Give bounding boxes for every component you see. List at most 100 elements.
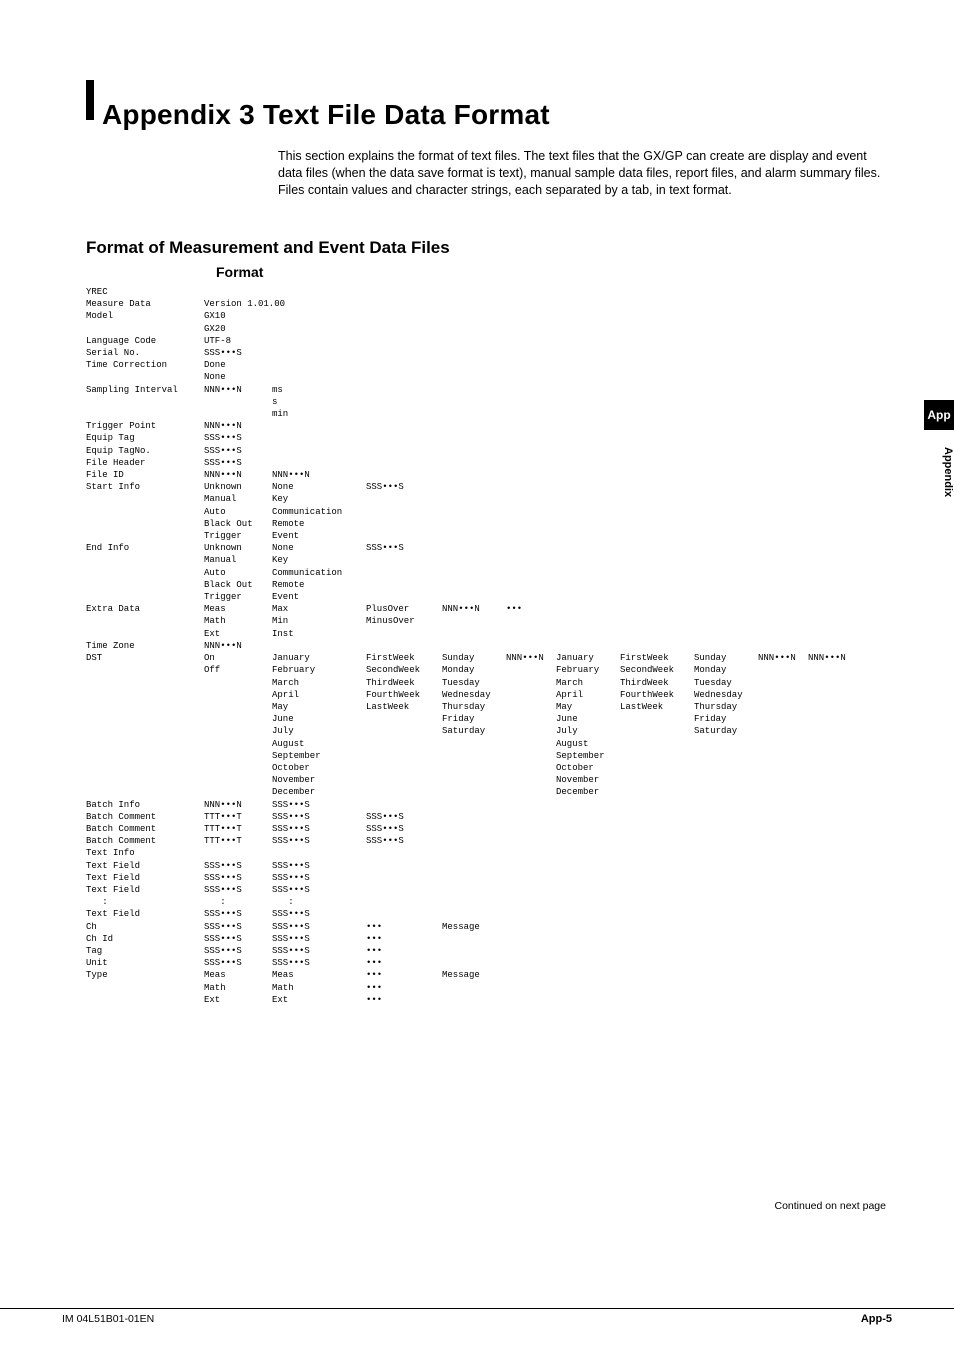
cell: SSS•••S xyxy=(272,872,366,884)
cell: Version 1.01.00 xyxy=(204,298,272,310)
intro-block: This section explains the format of text… xyxy=(278,148,888,199)
cell: Unit xyxy=(86,957,204,969)
cell: NNN•••N xyxy=(204,420,272,432)
continued-note: Continued on next page xyxy=(774,1200,886,1212)
cell: Manual xyxy=(204,493,272,505)
cell: Tag xyxy=(86,945,204,957)
cell: s xyxy=(272,396,366,408)
cell: Trigger xyxy=(204,530,272,542)
cell: Thursday xyxy=(694,701,758,713)
page-title: Appendix 3 Text File Data Format xyxy=(102,99,550,131)
cell: Batch Comment xyxy=(86,835,204,847)
cell: Key xyxy=(272,554,366,566)
cell: Black Out xyxy=(204,579,272,591)
cell: FourthWeek xyxy=(620,689,694,701)
cell: Equip Tag xyxy=(86,432,204,444)
cell: Text Info xyxy=(86,847,204,859)
cell: FirstWeek xyxy=(620,652,694,664)
cell: SSS•••S xyxy=(204,921,272,933)
cell: Auto xyxy=(204,567,272,579)
cell: October xyxy=(556,762,620,774)
cell: : xyxy=(204,896,272,908)
cell: Meas xyxy=(204,969,272,981)
cell: NNN•••N xyxy=(204,799,272,811)
cell: Inst xyxy=(272,628,366,640)
cell: Auto xyxy=(204,506,272,518)
cell: SSS•••S xyxy=(272,933,366,945)
cell: ••• xyxy=(366,945,442,957)
cell: FourthWeek xyxy=(366,689,442,701)
cell: SSS•••S xyxy=(204,908,272,920)
side-tab-appendix: Appendix xyxy=(924,432,954,512)
cell: File Header xyxy=(86,457,204,469)
cell: LastWeek xyxy=(366,701,442,713)
cell: Wednesday xyxy=(442,689,506,701)
cell: SSS•••S xyxy=(272,799,366,811)
footer-doc-id: IM 04L51B01-01EN xyxy=(62,1313,154,1325)
cell: SSS•••S xyxy=(204,957,272,969)
cell: Ext xyxy=(272,994,366,1006)
cell: Ext xyxy=(204,628,272,640)
cell: Saturday xyxy=(694,725,758,737)
cell: SSS•••S xyxy=(204,860,272,872)
cell: ••• xyxy=(366,982,442,994)
cell: ThirdWeek xyxy=(366,677,442,689)
cell: Trigger Point xyxy=(86,420,204,432)
cell: Max xyxy=(272,603,366,615)
cell: SSS•••S xyxy=(272,811,366,823)
cell: Type xyxy=(86,969,204,981)
cell: SSS•••S xyxy=(204,884,272,896)
cell: Batch Comment xyxy=(86,823,204,835)
cell: SSS•••S xyxy=(204,945,272,957)
cell: PlusOver xyxy=(366,603,442,615)
cell: None xyxy=(272,481,366,493)
cell: min xyxy=(272,408,366,420)
cell: Ch Id xyxy=(86,933,204,945)
cell: SSS•••S xyxy=(272,835,366,847)
cell: February xyxy=(272,664,366,676)
cell: SecondWeek xyxy=(366,664,442,676)
cell: Time Zone xyxy=(86,640,204,652)
cell: August xyxy=(556,738,620,750)
cell: DST xyxy=(86,652,204,664)
cell: Batch Info xyxy=(86,799,204,811)
cell: ••• xyxy=(506,603,556,615)
cell: NNN•••N xyxy=(272,469,366,481)
cell: Model xyxy=(86,310,204,322)
intro-p1: This section explains the format of text… xyxy=(278,148,888,182)
cell: None xyxy=(204,371,272,383)
cell: SSS•••S xyxy=(204,872,272,884)
cell: Message xyxy=(442,969,506,981)
cell: April xyxy=(556,689,620,701)
cell: SSS•••S xyxy=(204,347,272,359)
cell: Off xyxy=(204,664,272,676)
cell: Monday xyxy=(694,664,758,676)
side-tab-app: App xyxy=(924,400,954,430)
cell: SSS•••S xyxy=(272,860,366,872)
cell: ••• xyxy=(366,957,442,969)
cell: Sunday xyxy=(442,652,506,664)
cell: Ext xyxy=(204,994,272,1006)
cell: June xyxy=(272,713,366,725)
cell: SSS•••S xyxy=(272,921,366,933)
cell: Ch xyxy=(86,921,204,933)
cell: SSS•••S xyxy=(272,884,366,896)
cell: Math xyxy=(272,982,366,994)
cell: Done xyxy=(204,359,272,371)
cell: Friday xyxy=(694,713,758,725)
cell: NNN•••N xyxy=(204,640,272,652)
cell: Unknown xyxy=(204,542,272,554)
footer: IM 04L51B01-01EN App-5 xyxy=(0,1308,954,1331)
cell: July xyxy=(272,725,366,737)
cell: Meas xyxy=(272,969,366,981)
cell: Remote xyxy=(272,518,366,530)
cell: September xyxy=(272,750,366,762)
cell: June xyxy=(556,713,620,725)
cell: Message xyxy=(442,921,506,933)
cell: SecondWeek xyxy=(620,664,694,676)
cell: Meas xyxy=(204,603,272,615)
cell: May xyxy=(272,701,366,713)
cell: Event xyxy=(272,530,366,542)
cell: SSS•••S xyxy=(204,457,272,469)
cell: SSS•••S xyxy=(366,481,442,493)
